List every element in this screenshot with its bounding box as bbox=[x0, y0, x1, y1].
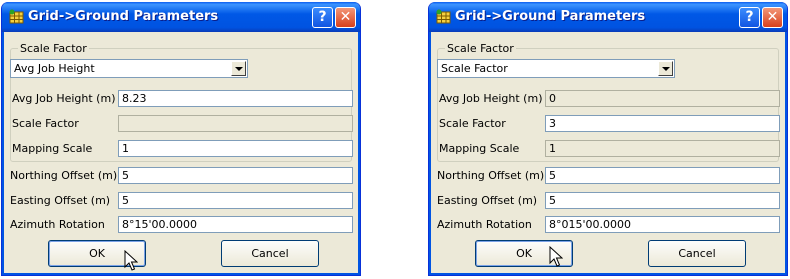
scale-factor-label: Scale Factor bbox=[439, 117, 506, 130]
avg-job-height-field[interactable]: 8.23 bbox=[118, 90, 353, 107]
scale-method-value: Scale Factor bbox=[441, 62, 508, 75]
azimuth-rotation-field[interactable]: 8°015'00.0000 bbox=[545, 216, 780, 233]
scale-factor-field[interactable]: 3 bbox=[545, 115, 780, 132]
azimuth-rotation-label: Azimuth Rotation bbox=[10, 218, 105, 231]
scale-method-dropdown[interactable]: Avg Job Height bbox=[10, 59, 248, 78]
mapping-scale-field: 1 bbox=[545, 140, 780, 157]
dropdown-button[interactable] bbox=[231, 61, 246, 76]
app-grid-icon bbox=[436, 9, 451, 24]
chevron-down-icon bbox=[662, 67, 670, 71]
northing-offset-field[interactable]: 5 bbox=[545, 167, 780, 184]
grid-ground-dialog-avg-height: Grid->Ground Parameters ? ✕ Scale Factor… bbox=[1, 2, 361, 276]
help-button[interactable]: ? bbox=[739, 7, 760, 28]
close-icon: ✕ bbox=[766, 9, 779, 25]
mapping-scale-field[interactable]: 1 bbox=[118, 140, 353, 157]
cancel-button[interactable]: Cancel bbox=[648, 240, 746, 267]
help-icon: ? bbox=[318, 9, 327, 25]
dialog-title: Grid->Ground Parameters bbox=[28, 9, 219, 24]
close-button[interactable]: ✕ bbox=[335, 7, 356, 28]
dropdown-button[interactable] bbox=[658, 61, 673, 76]
scale-factor-group-label: Scale Factor bbox=[18, 42, 89, 55]
help-button[interactable]: ? bbox=[312, 7, 333, 28]
easting-offset-field[interactable]: 5 bbox=[118, 192, 353, 209]
mouse-pointer-icon bbox=[124, 250, 138, 271]
northing-offset-label: Northing Offset (m) bbox=[437, 169, 545, 182]
northing-offset-field[interactable]: 5 bbox=[118, 167, 353, 184]
scale-factor-label: Scale Factor bbox=[12, 117, 79, 130]
mouse-pointer-icon bbox=[549, 246, 563, 267]
app-grid-icon bbox=[9, 9, 24, 24]
close-button[interactable]: ✕ bbox=[762, 7, 783, 28]
scale-method-value: Avg Job Height bbox=[14, 62, 95, 75]
cancel-button[interactable]: Cancel bbox=[221, 240, 319, 267]
title-bar[interactable]: Grid->Ground Parameters ? ✕ bbox=[429, 2, 787, 32]
dialog-title: Grid->Ground Parameters bbox=[455, 9, 646, 24]
grid-ground-dialog-scale-factor: Grid->Ground Parameters ? ✕ Scale Factor… bbox=[428, 2, 788, 276]
scale-method-dropdown[interactable]: Scale Factor bbox=[437, 59, 675, 78]
close-icon: ✕ bbox=[339, 9, 352, 25]
scale-factor-group-label: Scale Factor bbox=[445, 42, 516, 55]
easting-offset-label: Easting Offset (m) bbox=[10, 194, 111, 207]
scale-factor-field bbox=[118, 115, 353, 132]
easting-offset-field[interactable]: 5 bbox=[545, 192, 780, 209]
mapping-scale-label: Mapping Scale bbox=[439, 142, 520, 155]
azimuth-rotation-field[interactable]: 8°15'00.0000 bbox=[118, 216, 353, 233]
title-bar[interactable]: Grid->Ground Parameters ? ✕ bbox=[2, 2, 360, 32]
easting-offset-label: Easting Offset (m) bbox=[437, 194, 538, 207]
avg-job-height-field: 0 bbox=[545, 90, 780, 107]
avg-job-height-label: Avg Job Height (m) bbox=[12, 92, 116, 105]
azimuth-rotation-label: Azimuth Rotation bbox=[437, 218, 532, 231]
chevron-down-icon bbox=[235, 67, 243, 71]
avg-job-height-label: Avg Job Height (m) bbox=[439, 92, 543, 105]
northing-offset-label: Northing Offset (m) bbox=[10, 169, 118, 182]
help-icon: ? bbox=[745, 9, 754, 25]
mapping-scale-label: Mapping Scale bbox=[12, 142, 93, 155]
